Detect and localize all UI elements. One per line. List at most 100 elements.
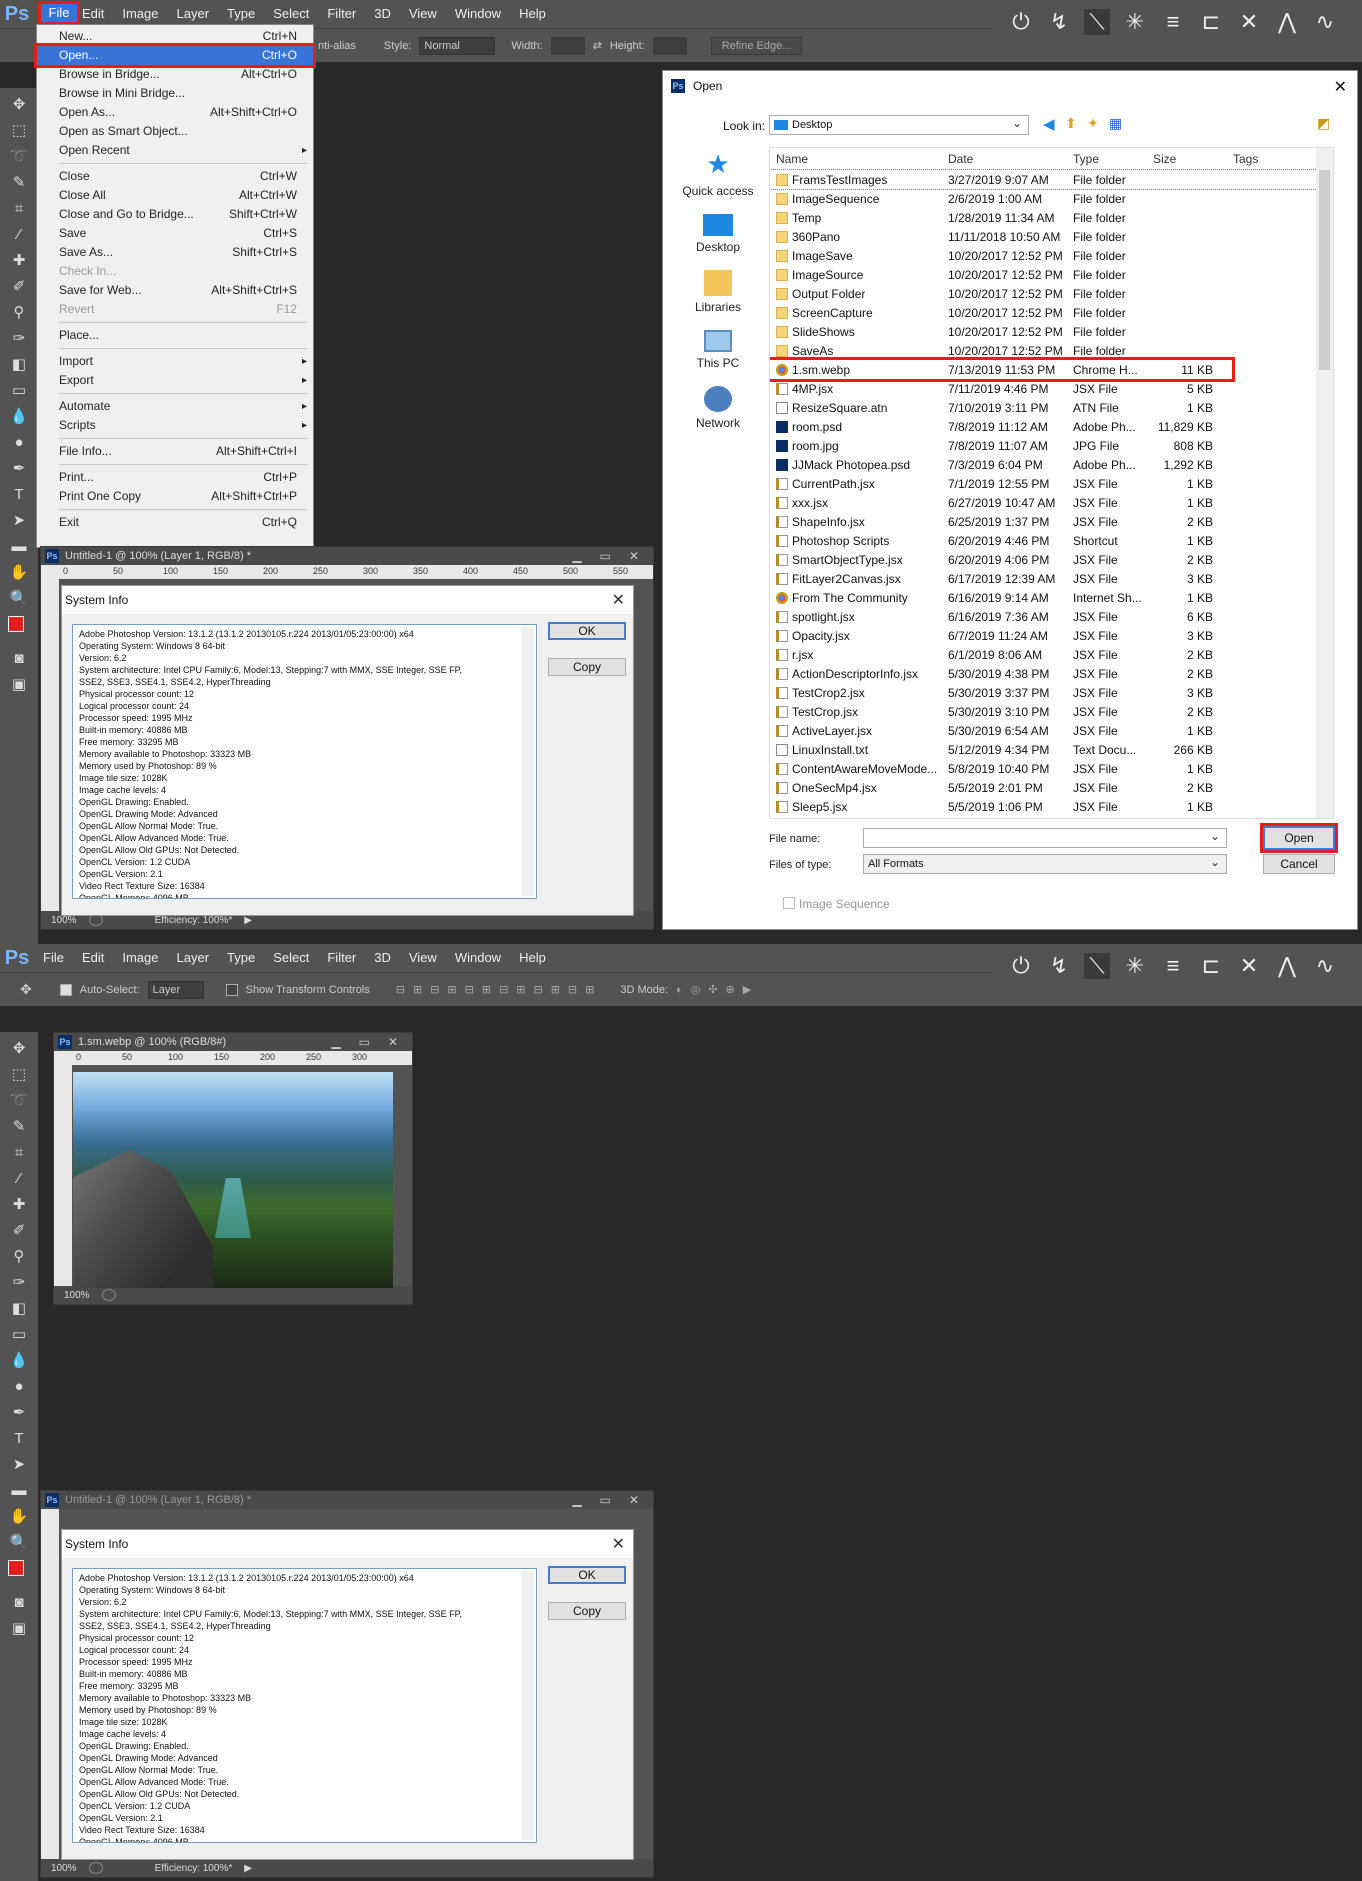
files-of-type-select[interactable]: All Formats bbox=[863, 853, 1227, 874]
healing-tool-icon[interactable]: ✚ bbox=[6, 1194, 32, 1216]
file-menu-item[interactable]: Open... Ctrl+O bbox=[34, 43, 316, 68]
curve-icon[interactable]: ↯ bbox=[1046, 9, 1072, 35]
file-menu-item[interactable]: Close Ctrl+W bbox=[37, 167, 313, 186]
status-toggle-icon[interactable] bbox=[88, 1862, 103, 1874]
column-name[interactable]: Name bbox=[770, 152, 948, 166]
marquee-tool-icon[interactable]: ⬚ bbox=[6, 1064, 32, 1086]
move-tool-icon[interactable]: ✥ bbox=[6, 94, 32, 116]
column-tags[interactable]: Tags bbox=[1233, 152, 1258, 166]
file-menu-item[interactable]: Close and Go to Bridge... Shift+Ctrl+W bbox=[37, 205, 313, 224]
asterisk-icon[interactable]: ✳ bbox=[1122, 953, 1148, 979]
file-row[interactable]: CurrentPath.jsx 7/1/2019 12:55 PM JSX File… bbox=[770, 474, 1333, 493]
file-menu-item[interactable]: Browse in Bridge... Alt+Ctrl+O bbox=[37, 65, 313, 84]
ok-button[interactable]: OK bbox=[548, 1566, 626, 1584]
gradient-tool-icon[interactable]: ▭ bbox=[6, 1324, 32, 1346]
eraser-tool-icon[interactable]: ◧ bbox=[6, 1298, 32, 1320]
file-menu-item[interactable]: Revert F12 bbox=[37, 300, 313, 319]
file-row[interactable]: spotlight.jsx 6/16/2019 7:36 AM JSX File 6 … bbox=[770, 607, 1333, 626]
stamp-tool-icon[interactable]: ⚲ bbox=[6, 1246, 32, 1268]
file-row[interactable]: OneSecMp4.jsx 5/5/2019 2:01 PM JSX File 2 K… bbox=[770, 778, 1333, 797]
status-toggle-icon[interactable] bbox=[101, 1289, 116, 1301]
hand-tool-icon[interactable]: ✋ bbox=[6, 1506, 32, 1528]
screen-mode-icon[interactable]: ▣ bbox=[6, 1618, 32, 1640]
auto-select-checkbox[interactable] bbox=[59, 983, 72, 996]
file-row[interactable]: From The Community 6/16/2019 9:14 AM Inter… bbox=[770, 588, 1333, 607]
file-row[interactable]: r.jsx 6/1/2019 8:06 AM JSX File 2 KB bbox=[770, 645, 1333, 664]
quick-mask-icon[interactable]: ◙ bbox=[6, 1592, 32, 1614]
move-tool-icon[interactable]: ✥ bbox=[6, 1038, 32, 1060]
file-menu-item[interactable]: Scripts bbox=[37, 416, 313, 435]
menu-window[interactable]: Window bbox=[446, 944, 510, 972]
maximize-icon[interactable]: ▭ bbox=[600, 549, 611, 563]
place-quick-access[interactable]: ★ Quick access bbox=[682, 149, 753, 198]
menu-view[interactable]: View bbox=[400, 0, 446, 28]
move-tool-icon[interactable]: ✥ bbox=[20, 981, 32, 998]
file-row[interactable]: ImageSave 10/20/2017 12:52 PM File folder bbox=[770, 246, 1333, 265]
file-list-scrollbar[interactable] bbox=[1316, 148, 1333, 818]
file-row[interactable]: SlideShows 10/20/2017 12:52 PM File folder bbox=[770, 322, 1333, 341]
up-folder-icon[interactable]: ⬆ bbox=[1065, 115, 1077, 132]
file-row[interactable]: ResizeSquare.atn 7/10/2019 3:11 PM ATN Fil… bbox=[770, 398, 1333, 417]
align-icons[interactable]: ⊟⊞⊟⊞⊟⊞⊟⊞⊟⊞⊟⊞ bbox=[396, 983, 603, 996]
file-menu-item[interactable]: Exit Ctrl+Q bbox=[37, 513, 313, 532]
file-row[interactable]: ShapeInfo.jsx 6/25/2019 1:37 PM JSX File 2 … bbox=[770, 512, 1333, 531]
file-row[interactable]: 360Pano 11/11/2018 10:50 AM File folder bbox=[770, 227, 1333, 246]
zoom-level[interactable]: 100% bbox=[64, 1290, 90, 1301]
file-menu-item[interactable]: Save As... Shift+Ctrl+S bbox=[37, 243, 313, 262]
image-sequence-checkbox[interactable] bbox=[783, 897, 795, 909]
scrollbar[interactable] bbox=[521, 627, 534, 896]
close-icon[interactable]: ✕ bbox=[612, 1534, 625, 1554]
file-row[interactable]: Photoshop Scripts 6/20/2019 4:46 PM Shortc… bbox=[770, 531, 1333, 550]
file-menu-item[interactable]: New... Ctrl+N bbox=[37, 27, 313, 46]
swap-icon[interactable]: ⇄ bbox=[593, 39, 602, 52]
path-select-tool-icon[interactable]: ➤ bbox=[6, 510, 32, 532]
file-row[interactable]: FramsTestImages 3/27/2019 9:07 AM File fol… bbox=[770, 169, 1333, 190]
file-row[interactable]: SaveAs 10/20/2017 12:52 PM File folder bbox=[770, 341, 1333, 360]
file-menu-item[interactable]: Export bbox=[37, 371, 313, 390]
cross-icon[interactable]: ✕ bbox=[1236, 953, 1262, 979]
color-swatches[interactable] bbox=[6, 1558, 32, 1588]
quick-mask-icon[interactable]: ◙ bbox=[6, 648, 32, 670]
place-network[interactable]: Network bbox=[696, 386, 740, 430]
pen-tool-icon[interactable]: ✒ bbox=[6, 458, 32, 480]
lasso-tool-icon[interactable]: ➰ bbox=[6, 1090, 32, 1112]
file-menu-item[interactable]: Print... Ctrl+P bbox=[37, 468, 313, 487]
column-type[interactable]: Type bbox=[1073, 152, 1153, 166]
look-in-combo[interactable]: Desktop bbox=[769, 114, 1029, 135]
column-date[interactable]: Date bbox=[948, 152, 1073, 166]
3d-mode-icons[interactable]: ◐◎✣⊕▶ bbox=[676, 983, 759, 996]
quick-select-tool-icon[interactable]: ✎ bbox=[6, 172, 32, 194]
quick-select-tool-icon[interactable]: ✎ bbox=[6, 1116, 32, 1138]
close-icon[interactable]: ✕ bbox=[612, 590, 625, 610]
place-libraries[interactable]: Libraries bbox=[695, 270, 741, 314]
file-row[interactable]: ContentAwareMoveMode... 5/8/2019 10:40 PM… bbox=[770, 759, 1333, 778]
minimize-icon[interactable]: ▁ bbox=[572, 1493, 581, 1507]
file-row[interactable]: 4MP.jsx 7/11/2019 4:46 PM JSX File 5 KB bbox=[770, 379, 1333, 398]
show-transform-checkbox[interactable] bbox=[225, 983, 238, 996]
width-input[interactable] bbox=[550, 36, 585, 55]
layer-select[interactable]: Layer bbox=[147, 980, 204, 999]
brush-tool-icon[interactable]: ✐ bbox=[6, 1220, 32, 1242]
foreground-color[interactable] bbox=[8, 616, 24, 632]
file-menu-item[interactable]: Check In... bbox=[37, 262, 313, 281]
close-icon[interactable]: ✕ bbox=[388, 1035, 398, 1049]
menu-file[interactable]: File bbox=[34, 944, 73, 972]
menu-layer[interactable]: Layer bbox=[168, 944, 219, 972]
frame-icon[interactable]: ⊏ bbox=[1198, 953, 1224, 979]
marquee-tool-icon[interactable]: ⬚ bbox=[6, 120, 32, 142]
style-select[interactable]: Normal bbox=[419, 36, 496, 55]
status-menu-arrow-icon[interactable]: ▶ bbox=[244, 915, 252, 926]
history-brush-icon[interactable]: ✑ bbox=[6, 1272, 32, 1294]
maximize-icon[interactable]: ▭ bbox=[359, 1035, 370, 1049]
menu-help[interactable]: Help bbox=[510, 0, 555, 28]
eraser-tool-icon[interactable]: ◧ bbox=[6, 354, 32, 376]
file-row[interactable]: JJMack Photopea.psd 7/3/2019 6:04 PM Adobe… bbox=[770, 455, 1333, 474]
scrollbar[interactable] bbox=[521, 1571, 534, 1840]
file-row[interactable]: ScreenCapture 10/20/2017 12:52 PM File fol… bbox=[770, 303, 1333, 322]
file-menu-item[interactable]: Save Ctrl+S bbox=[37, 224, 313, 243]
file-name-input[interactable] bbox=[863, 827, 1227, 848]
diagonal-line-icon[interactable]: ⟍ bbox=[1084, 9, 1110, 35]
cancel-button[interactable]: Cancel bbox=[1263, 854, 1335, 874]
file-row[interactable]: xxx.jsx 6/27/2019 10:47 AM JSX File 1 KB bbox=[770, 493, 1333, 512]
file-row[interactable]: Output Folder 10/20/2017 12:52 PM File fol… bbox=[770, 284, 1333, 303]
